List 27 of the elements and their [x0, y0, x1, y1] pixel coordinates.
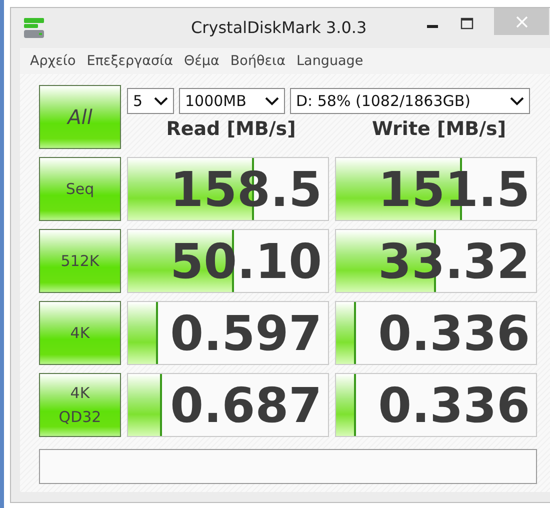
- result-value: 0.336: [378, 306, 530, 362]
- count-dropdown[interactable]: 5: [127, 88, 174, 114]
- size-dropdown[interactable]: 1000MB: [179, 88, 285, 114]
- test-button[interactable]: 4K QD32: [39, 373, 121, 437]
- menu-item[interactable]: Αρχείο: [30, 53, 76, 69]
- column-header: Read [MB/s]: [165, 118, 297, 140]
- menu-item[interactable]: Βοήθεια: [230, 53, 286, 69]
- drive-dropdown[interactable]: D: 58% (1082/1863GB): [290, 88, 530, 114]
- result-value: 0.597: [170, 306, 322, 362]
- result-value: 0.687: [170, 378, 322, 434]
- window-title: CrystalDiskMark 3.0.3: [191, 18, 367, 37]
- maximize-icon[interactable]: [460, 17, 474, 31]
- chevron-down-icon: [265, 96, 279, 106]
- chevron-down-icon: [510, 96, 524, 106]
- test-button[interactable]: 4K: [39, 301, 121, 365]
- menu-item[interactable]: Language: [296, 53, 364, 69]
- menu-item[interactable]: Θέμα: [184, 53, 220, 69]
- drive-icon: [23, 17, 45, 39]
- all-button[interactable]: All: [39, 85, 121, 149]
- result-value: 0.336: [378, 378, 530, 434]
- test-button[interactable]: 512K: [39, 229, 121, 293]
- column-header: Write [MB/s]: [370, 118, 508, 140]
- chevron-down-icon: [154, 96, 168, 106]
- comment-field[interactable]: [39, 449, 537, 484]
- close-icon: [516, 16, 528, 28]
- menu-item[interactable]: Επεξεργασία: [86, 53, 173, 69]
- test-button[interactable]: Seq: [39, 157, 121, 221]
